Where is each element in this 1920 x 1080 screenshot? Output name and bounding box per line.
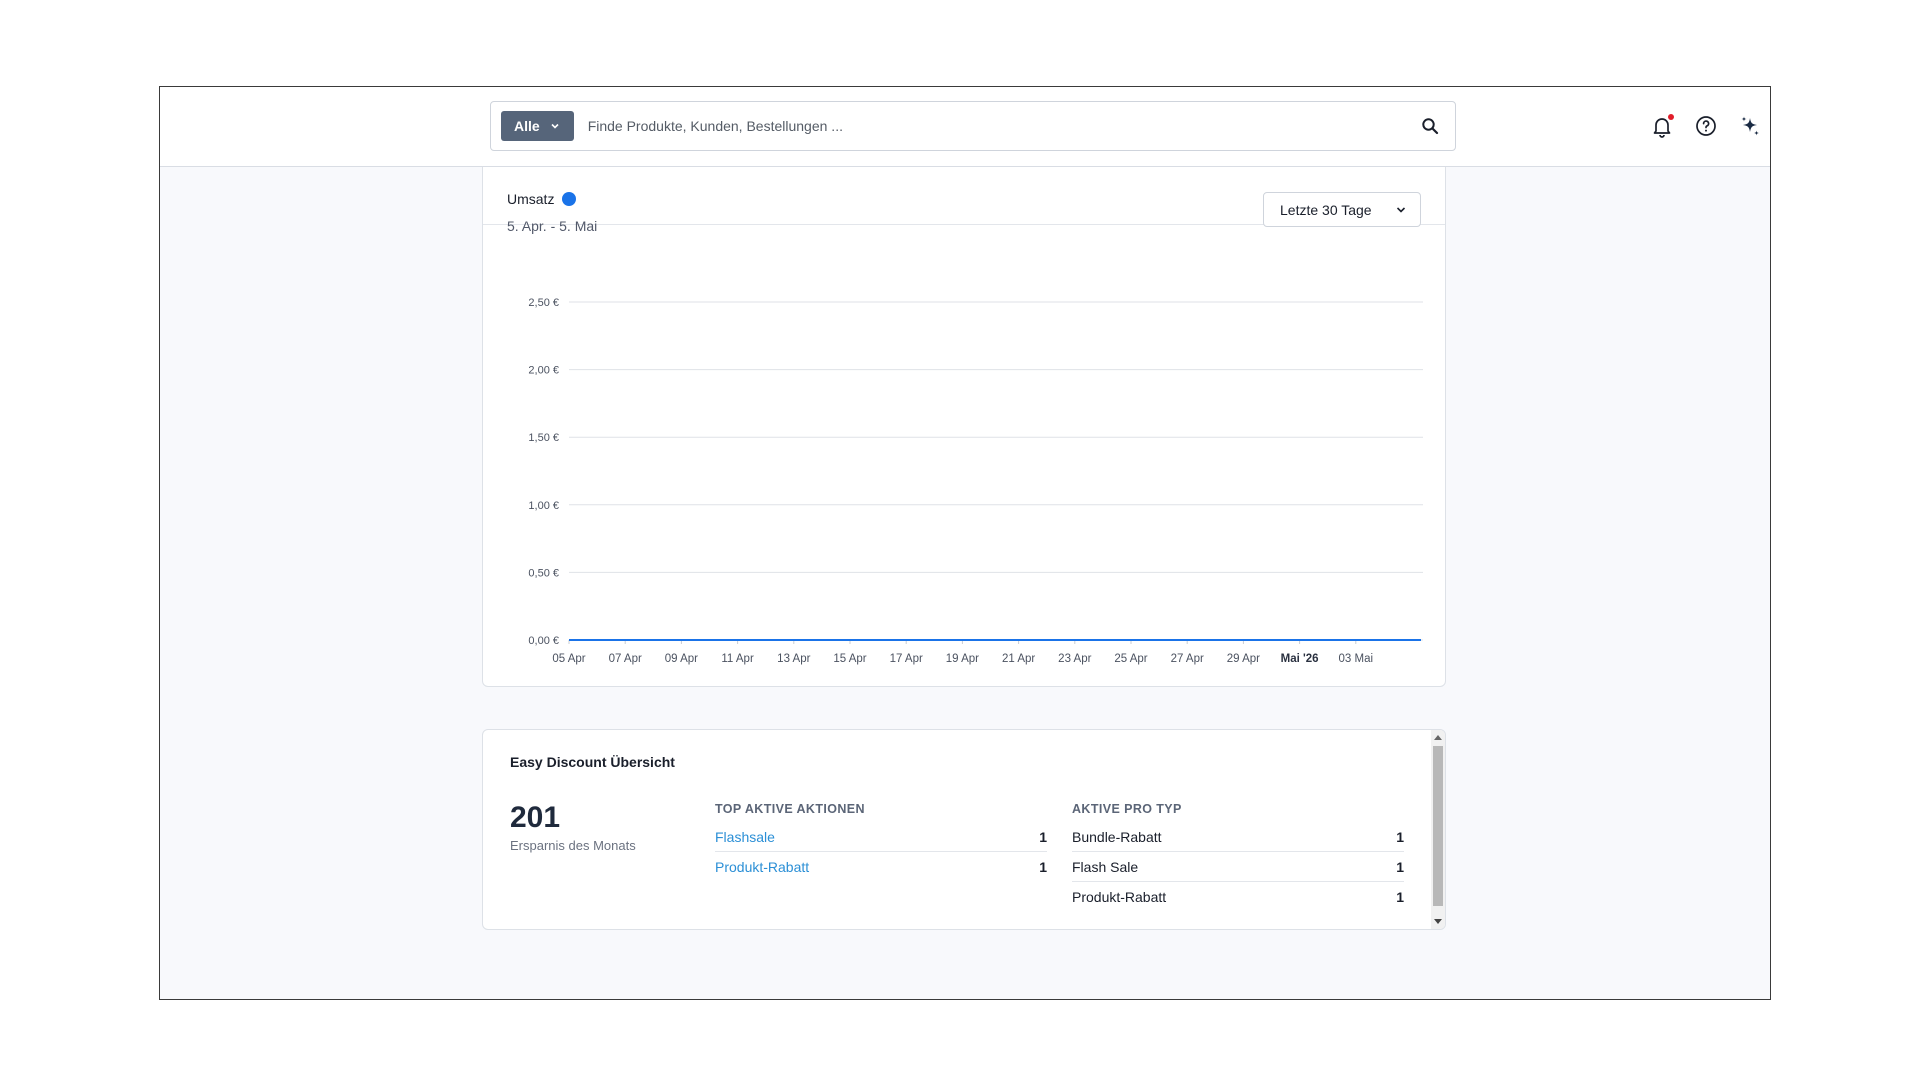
action-link-flashsale[interactable]: Flashsale [715, 829, 775, 845]
x-tick-label: 11 Apr [721, 653, 754, 665]
x-tick-label: 23 Apr [1058, 653, 1091, 665]
list-item: Produkt-Rabatt 1 [715, 852, 1047, 882]
easy-discount-card: Easy Discount Übersicht 201 Ersparnis de… [482, 729, 1446, 930]
y-tick-label: 2,00 € [528, 365, 559, 377]
savings-value: 201 [510, 801, 561, 834]
x-tick-label: 07 Apr [609, 653, 642, 665]
type-label: Flash Sale [1072, 858, 1139, 875]
x-tick-label: 29 Apr [1227, 653, 1260, 665]
type-label: Bundle-Rabatt [1072, 828, 1162, 845]
y-tick-label: 0,00 € [528, 635, 559, 647]
app-window: Umsatz 5. Apr. - 5. Mai Letzte 30 Tage 0… [159, 86, 1771, 1000]
search-scope-button[interactable]: Alle [501, 111, 574, 141]
revenue-chart-card: Umsatz 5. Apr. - 5. Mai Letzte 30 Tage 0… [482, 127, 1446, 687]
x-tick-label: 05 Apr [552, 653, 585, 665]
active-by-type-list: AKTIVE PRO TYP Bundle-Rabatt 1 Flash Sal… [1072, 802, 1404, 912]
x-tick-label: Mai '26 [1281, 653, 1319, 665]
scrollbar-thumb[interactable] [1433, 746, 1443, 906]
x-tick-label: 25 Apr [1114, 653, 1147, 665]
type-count: 1 [1396, 828, 1404, 845]
list-item: Bundle-Rabatt 1 [1072, 822, 1404, 852]
notification-badge [1668, 114, 1674, 120]
list-item: Produkt-Rabatt 1 [1072, 882, 1404, 912]
revenue-line-chart: 0,00 € 0,50 € 1,00 € 1,50 € 2,00 € 2,50 € 05 A… [528, 297, 1423, 665]
x-tick-label: 21 Apr [1002, 653, 1035, 665]
y-tick-label: 2,50 € [528, 297, 559, 309]
type-label: Produkt-Rabatt [1072, 889, 1167, 905]
discount-card-title: Easy Discount Übersicht [510, 754, 675, 770]
sparkles-icon [1741, 116, 1759, 136]
help-icon [1696, 116, 1716, 136]
global-search: Alle [490, 101, 1456, 151]
search-icon[interactable] [1421, 117, 1439, 135]
search-input[interactable] [587, 102, 1421, 150]
top-actions-header: TOP AKTIVE AKTIONEN [715, 802, 865, 816]
type-count: 1 [1396, 889, 1404, 905]
x-tick-label: 13 Apr [777, 653, 810, 665]
top-bar-actions [1650, 114, 1770, 138]
x-tick-label: 03 Mai [1339, 653, 1374, 665]
y-tick-label: 1,50 € [528, 432, 559, 444]
chevron-down-icon [1396, 206, 1406, 213]
top-bar: Alle [160, 87, 1770, 167]
action-count: 1 [1039, 828, 1047, 845]
period-select[interactable]: Letzte 30 Tage [1263, 192, 1421, 227]
notifications-button[interactable] [1650, 114, 1674, 138]
list-item: Flash Sale 1 [1072, 852, 1404, 882]
help-button[interactable] [1694, 114, 1718, 138]
action-link-produkt-rabatt[interactable]: Produkt-Rabatt [715, 859, 809, 875]
x-tick-label: 09 Apr [665, 653, 698, 665]
top-actions-list: TOP AKTIVE AKTIONEN Flashsale 1 Produkt-… [715, 802, 1047, 882]
y-tick-label: 0,50 € [528, 567, 559, 579]
x-tick-label: 19 Apr [946, 653, 979, 665]
scroll-down-arrow[interactable] [1434, 919, 1442, 924]
chevron-down-icon [551, 123, 559, 129]
savings-label: Ersparnis des Monats [510, 838, 636, 853]
search-scope-label: Alle [514, 118, 540, 134]
type-count: 1 [1396, 858, 1404, 875]
x-tick-label: 17 Apr [890, 653, 923, 665]
y-tick-label: 1,00 € [528, 500, 559, 512]
chart-title-row: Umsatz [507, 191, 577, 207]
info-icon[interactable] [562, 192, 577, 206]
chart-title: Umsatz [507, 191, 555, 207]
action-count: 1 [1039, 859, 1047, 875]
ai-assistant-button[interactable] [1738, 114, 1762, 138]
x-tick-label: 15 Apr [833, 653, 866, 665]
x-tick-label: 27 Apr [1171, 653, 1204, 665]
scroll-up-arrow[interactable] [1434, 735, 1442, 740]
active-by-type-header: AKTIVE PRO TYP [1072, 802, 1182, 816]
list-item: Flashsale 1 [715, 822, 1047, 852]
card-scrollbar[interactable] [1431, 730, 1445, 929]
period-select-value: Letzte 30 Tage [1280, 201, 1372, 218]
